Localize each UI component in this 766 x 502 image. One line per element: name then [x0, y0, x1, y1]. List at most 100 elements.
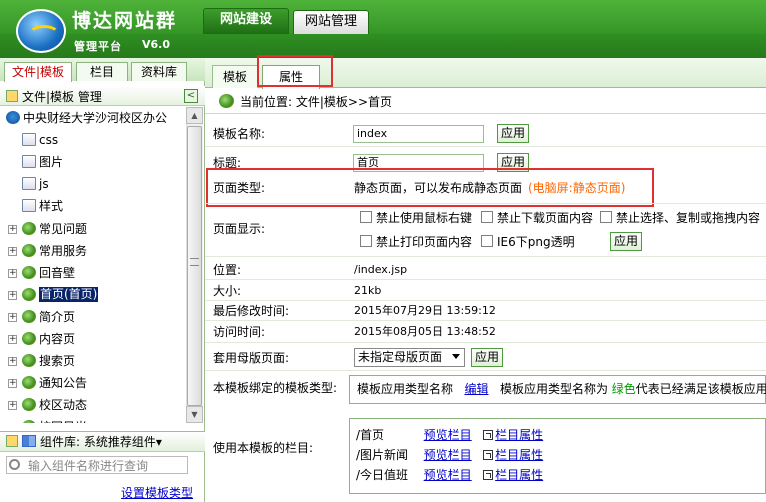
preview-column-link[interactable]: 预览栏目 — [424, 468, 472, 482]
tab-site-manage[interactable]: 网站管理 — [293, 10, 369, 34]
page-icon — [22, 420, 36, 423]
bound-type-desc: 模板应用类型名称为 — [499, 382, 608, 396]
tree-item-label: 样式 — [39, 199, 64, 214]
tree-item-label: 简介页 — [39, 309, 76, 324]
modified-time-value: 2015年07月29日 13:59:12 — [354, 304, 496, 317]
page-icon — [22, 287, 36, 301]
edit-link[interactable]: 编辑 — [464, 382, 488, 396]
expand-plus-icon[interactable]: + — [8, 290, 17, 300]
tree-item-label: 回音壁 — [39, 265, 76, 280]
platform-label: 管理平台 — [74, 40, 122, 53]
column-path: /图片新闻 — [356, 448, 409, 462]
tab-site-build[interactable]: 网站建设 — [203, 8, 289, 34]
tab-resource-library[interactable]: 资料库 — [131, 62, 187, 81]
row-divider — [205, 279, 766, 280]
expand-plus-icon[interactable]: + — [8, 401, 17, 411]
disable-copy-label: 禁止选择、复制或拖拽内容 — [616, 211, 761, 225]
external-link-icon — [483, 430, 494, 440]
set-template-type-link[interactable]: 设置模板类型 — [121, 484, 193, 501]
scroll-up-arrow-icon[interactable]: ▲ — [186, 107, 203, 124]
expand-plus-icon[interactable]: + — [8, 246, 17, 256]
highlight-box-properties-tab — [257, 55, 333, 87]
page-icon — [22, 354, 36, 368]
column-properties-link[interactable]: 栏目属性 — [495, 428, 543, 442]
folder-icon — [22, 155, 36, 169]
component-toggle-icon[interactable] — [6, 435, 18, 447]
column-properties-link[interactable]: 栏目属性 — [495, 448, 543, 462]
row-divider — [205, 342, 766, 343]
tree-item-label: css — [39, 133, 59, 148]
template-name-input[interactable]: index — [353, 125, 484, 143]
location-icon — [219, 94, 234, 108]
master-page-select[interactable]: 未指定母版页面 — [354, 348, 465, 367]
row-divider — [205, 146, 766, 147]
row-divider — [205, 256, 766, 257]
folder-toggle-icon — [6, 90, 18, 102]
apply-name-button[interactable]: 应用 — [497, 124, 529, 143]
apply-master-button[interactable]: 应用 — [471, 348, 503, 367]
tree-item-label: 校园风光 — [39, 416, 87, 423]
column-path: /今日值班 — [356, 468, 409, 482]
page-icon — [22, 398, 36, 412]
row-divider — [205, 320, 766, 321]
position-label: 位置: — [213, 263, 242, 277]
tree-header-label: 文件|模板 管理 — [22, 90, 102, 104]
page-icon — [22, 243, 36, 257]
tree-item-label: 内容页 — [39, 332, 76, 346]
tab-file-template[interactable]: 文件|模板 — [4, 62, 72, 82]
search-icon — [9, 459, 20, 470]
tree-item-label: 首页(首页) — [39, 286, 99, 302]
bound-type-green: 绿色 — [611, 382, 636, 396]
tree-item-label: 图片 — [39, 155, 64, 170]
component-library-select[interactable]: 组件库: 系统推荐组件▾ — [40, 433, 162, 450]
tree-item-label: 校区动态 — [39, 398, 88, 413]
page-display-label: 页面显示: — [213, 222, 266, 236]
disable-print-checkbox[interactable] — [360, 235, 372, 247]
expand-plus-icon[interactable]: + — [8, 312, 17, 322]
ie6-png-label: IE6下png透明 — [497, 235, 575, 249]
column-row: /今日值班 预览栏目 栏目属性 — [356, 467, 543, 483]
tree-item-label: js — [39, 177, 49, 192]
page-icon — [22, 376, 36, 390]
ie6-png-checkbox[interactable] — [481, 235, 493, 247]
tab-column[interactable]: 栏目 — [76, 62, 128, 81]
visit-time-value: 2015年08月05日 13:48:52 — [354, 325, 496, 338]
external-link-icon — [483, 470, 494, 480]
visit-time-label: 访问时间: — [213, 325, 266, 339]
highlight-box-page-type — [206, 168, 654, 207]
chevron-down-icon — [452, 354, 460, 359]
tab-template[interactable]: 模板 — [212, 65, 258, 88]
page-icon — [22, 309, 36, 323]
disable-copy-checkbox[interactable] — [600, 211, 612, 223]
tree-item-label: 通知公告 — [39, 376, 88, 391]
folder-icon — [22, 177, 36, 191]
bound-type-name: 模板应用类型名称 — [357, 382, 454, 396]
disable-download-label: 禁止下载页面内容 — [497, 211, 594, 225]
collapse-panel-button[interactable]: < — [184, 89, 198, 103]
row-divider — [205, 300, 766, 301]
breadcrumb: 当前位置: 文件|模板>>首页 — [240, 95, 393, 109]
position-value: /index.jsp — [354, 263, 408, 276]
expand-plus-icon[interactable]: + — [8, 379, 17, 389]
column-row: /首页 预览栏目 栏目属性 — [356, 427, 543, 443]
expand-plus-icon[interactable]: + — [8, 224, 17, 234]
page-icon — [22, 332, 36, 345]
brand-title: 博达网站群 — [72, 10, 178, 32]
disable-download-checkbox[interactable] — [481, 211, 493, 223]
column-path: /首页 — [356, 428, 385, 442]
tree-item-label: 中央财经大学沙河校区办公 — [23, 111, 168, 125]
expand-plus-icon[interactable]: + — [8, 268, 17, 278]
apply-display-button[interactable]: 应用 — [610, 232, 642, 251]
column-properties-link[interactable]: 栏目属性 — [495, 468, 543, 482]
disable-right-click-checkbox[interactable] — [360, 211, 372, 223]
preview-column-link[interactable]: 预览栏目 — [424, 448, 472, 462]
globe-icon — [6, 111, 20, 124]
expand-plus-icon[interactable]: + — [8, 335, 17, 344]
component-search-placeholder: 输入组件名称进行查询 — [28, 459, 149, 473]
expand-plus-icon[interactable]: + — [8, 357, 17, 367]
preview-column-link[interactable]: 预览栏目 — [424, 428, 472, 442]
row-divider — [205, 203, 766, 204]
scroll-down-arrow-icon[interactable]: ▼ — [186, 406, 203, 423]
scroll-thumb[interactable] — [187, 126, 202, 406]
master-page-label: 套用母版页面: — [213, 351, 290, 365]
